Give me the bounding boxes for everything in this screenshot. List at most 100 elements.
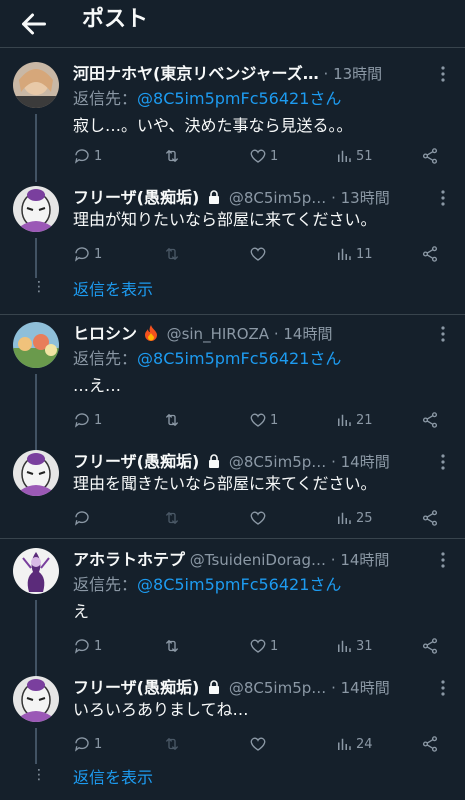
avatar[interactable] [13,450,59,496]
action-bar: 1 1 51 [73,144,451,168]
like-button[interactable]: 1 [249,634,278,658]
mention-link[interactable]: @8C5im5pmFc56421さん [137,349,341,368]
reply-button[interactable]: 1 [73,242,102,266]
thread-connector [35,114,37,182]
share-button[interactable] [421,634,439,658]
display-name[interactable]: アホラトホテプ [73,550,185,569]
timestamp[interactable]: 14時間 [341,679,390,697]
analytics-icon [338,512,351,524]
avatar[interactable] [13,548,59,594]
tweet-header: フリーザ(愚痴垢) @8C5im5p… · 14時間 [73,678,390,697]
action-bar: 1 1 31 [73,634,451,658]
mention-link[interactable]: @8C5im5pmFc56421さん [137,89,341,108]
tweet-text: いろいろありましてね… [73,700,249,719]
retweet-button[interactable] [163,144,184,168]
like-button[interactable]: 1 [249,408,278,432]
reply-button[interactable]: 1 [73,634,102,658]
tweet-header: ヒロシン @sin_HIROZA · 14時間 [73,324,333,343]
reply-button[interactable]: 1 [73,144,102,168]
thread-connector [35,238,37,278]
tweet-text: 寂し…。いや、決めた事なら見送る。。 [73,116,353,135]
like-button[interactable]: 1 [249,144,278,168]
analytics-icon [338,150,351,162]
like-button[interactable] [249,242,270,266]
share-button[interactable] [421,506,439,530]
thread-connector [35,600,37,676]
show-replies-link[interactable]: 返信を表示 [73,766,153,790]
thread-connector [35,728,37,764]
avatar[interactable] [13,62,59,108]
analytics-icon [338,738,351,750]
share-button[interactable] [421,408,439,432]
share-icon [422,412,438,428]
reply-icon [74,413,89,428]
tweet-header: フリーザ(愚痴垢) @8C5im5p… · 14時間 [73,452,390,471]
tweet-text: …え… [73,376,122,395]
display-name[interactable]: 河田ナホヤ(東京リベンジャーズ… [73,64,319,83]
like-button[interactable] [249,732,270,756]
display-name[interactable]: フリーザ(愚痴垢) [73,188,199,207]
like-button[interactable] [249,506,270,530]
timestamp[interactable]: 14時間 [283,325,332,343]
reply-to-line: 返信先：@8C5im5pmFc56421さん [73,575,342,594]
views-button[interactable]: 31 [335,634,373,658]
retweet-button[interactable] [163,506,184,530]
reply-icon [74,511,89,526]
views-button[interactable]: 11 [335,242,373,266]
lock-icon [209,680,220,694]
show-replies-link[interactable]: 返信を表示 [73,278,153,302]
reply-button[interactable] [73,506,94,530]
reply-icon [74,639,89,654]
views-button[interactable]: 51 [335,144,373,168]
timestamp[interactable]: 13時間 [341,189,390,207]
user-handle[interactable]: @8C5im5p… [229,679,326,697]
more-options-icon[interactable] [435,188,451,208]
user-handle[interactable]: @sin_HIROZA [167,325,269,343]
share-button[interactable] [421,242,439,266]
heart-icon [250,639,266,653]
tweet-text: 理由を聞きたいなら部屋に来てください。 [73,474,377,493]
user-handle[interactable]: @8C5im5p… [229,453,326,471]
action-bar: 1 11 [73,242,451,266]
reply-button[interactable]: 1 [73,408,102,432]
action-bar: 1 1 21 [73,408,451,432]
more-options-icon[interactable] [435,64,451,84]
retweet-button[interactable] [163,242,184,266]
user-handle[interactable]: @8C5im5p… [229,189,326,207]
display-name[interactable]: フリーザ(愚痴垢) [73,452,199,471]
share-icon [422,736,438,752]
retweet-button[interactable] [163,732,184,756]
timestamp[interactable]: 14時間 [340,551,389,569]
avatar[interactable] [13,186,59,232]
reply-icon [74,247,89,262]
display-name[interactable]: ヒロシン [73,324,137,343]
avatar[interactable] [13,322,59,368]
analytics-icon [338,640,351,652]
share-button[interactable] [421,144,439,168]
views-button[interactable]: 25 [335,506,373,530]
retweet-icon [166,150,178,162]
action-bar: 1 24 [73,732,451,756]
display-name[interactable]: フリーザ(愚痴垢) [73,678,199,697]
share-button[interactable] [421,732,439,756]
views-button[interactable]: 24 [335,732,373,756]
back-arrow-icon[interactable] [16,6,52,42]
views-button[interactable]: 21 [335,408,373,432]
avatar[interactable] [13,676,59,722]
timestamp[interactable]: 13時間 [333,65,382,83]
more-options-icon[interactable] [435,550,451,570]
tweet-header: フリーザ(愚痴垢) @8C5im5p… · 13時間 [73,188,390,207]
retweet-button[interactable] [163,634,184,658]
more-options-icon[interactable] [435,678,451,698]
mention-link[interactable]: @8C5im5pmFc56421さん [137,575,341,594]
heart-icon [250,413,266,427]
ellipsis-icon: ⋮ [32,767,46,783]
more-options-icon[interactable] [435,452,451,472]
timestamp[interactable]: 14時間 [341,453,390,471]
retweet-button[interactable] [163,408,184,432]
more-options-icon[interactable] [435,324,451,344]
heart-icon [250,737,266,751]
reply-button[interactable]: 1 [73,732,102,756]
user-handle[interactable]: @TsuideniDorag… [190,551,326,569]
tweet-header: アホラトホテプ @TsuideniDorag… · 14時間 [73,550,390,569]
